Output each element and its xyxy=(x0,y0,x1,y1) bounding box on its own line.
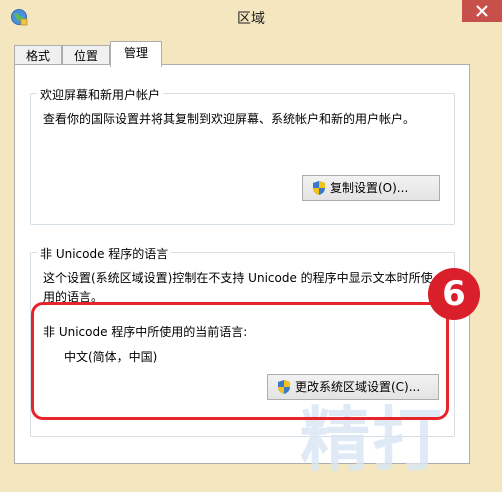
annotation-highlight-box xyxy=(31,302,449,420)
step-number-badge: 6 xyxy=(428,268,480,320)
close-button[interactable] xyxy=(462,0,502,22)
welcome-group-title: 欢迎屏幕和新用户帐户 xyxy=(37,86,164,103)
tab-location[interactable]: 位置 xyxy=(62,45,110,66)
tab-format[interactable]: 格式 xyxy=(14,45,62,66)
copy-settings-label: 复制设置(O)... xyxy=(330,181,409,195)
uac-shield-icon xyxy=(313,181,325,195)
non-unicode-group-title: 非 Unicode 程序的语言 xyxy=(37,245,172,262)
non-unicode-description-line1: 这个设置(系统区域设置)控制在不支持 Unicode 的程序中显示文本时所使 xyxy=(43,271,433,285)
welcome-description: 查看你的国际设置并将其复制到欢迎屏幕、系统帐户和新的用户帐户。 xyxy=(43,112,416,126)
tab-administrative[interactable]: 管理 xyxy=(110,41,162,67)
close-icon xyxy=(476,5,488,17)
window-title: 区域 xyxy=(237,11,265,27)
region-dialog: 区域 格式 位置 管理 欢迎屏幕和新用户帐户 查看你的国际设置并将其复制到欢迎屏… xyxy=(0,0,502,492)
copy-settings-button[interactable]: 复制设置(O)... xyxy=(302,175,440,201)
welcome-screen-group: 欢迎屏幕和新用户帐户 查看你的国际设置并将其复制到欢迎屏幕、系统帐户和新的用户帐… xyxy=(30,86,455,225)
title-bar: 区域 xyxy=(0,0,502,36)
